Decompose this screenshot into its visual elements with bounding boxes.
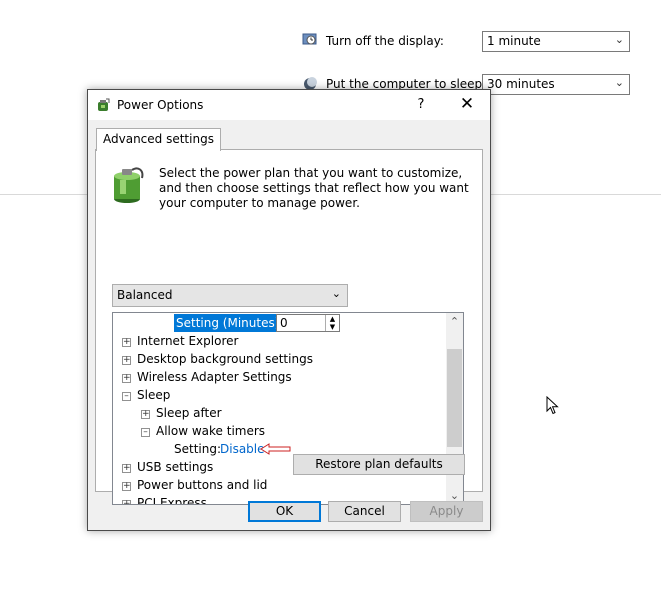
expand-icon[interactable]: + <box>122 374 131 383</box>
tree-item-desktop-background[interactable]: Desktop background settings <box>137 350 313 368</box>
power-options-icon <box>96 97 112 113</box>
collapse-icon[interactable]: – <box>122 392 131 401</box>
expand-icon[interactable]: + <box>122 464 131 473</box>
section-divider-right <box>491 194 661 195</box>
tree-item-power-buttons[interactable]: Power buttons and lid <box>137 476 267 494</box>
tree-scrollbar[interactable]: ⌃ ⌄ <box>446 313 463 504</box>
setting-minutes-label: Setting (Minutes): <box>174 314 286 332</box>
expand-icon[interactable]: + <box>141 410 150 419</box>
tree-item-sleep[interactable]: Sleep <box>137 386 170 404</box>
setting-minutes-spinner[interactable]: 0 ▲ ▼ <box>276 314 340 332</box>
wake-setting-value-link[interactable]: Disable <box>220 440 265 458</box>
battery-plan-icon <box>112 166 146 204</box>
chevron-down-icon: ⌄ <box>614 76 624 89</box>
scrollbar-thumb[interactable] <box>447 349 462 447</box>
tree-item-usb-settings[interactable]: USB settings <box>137 458 213 476</box>
section-divider-left <box>0 194 87 195</box>
setting-minutes-value: 0 <box>280 316 288 330</box>
expand-icon[interactable]: + <box>122 356 131 365</box>
sleep-value: 30 minutes <box>487 77 555 91</box>
collapse-icon[interactable]: – <box>141 428 150 437</box>
power-options-dialog: Power Options ? ✕ Advanced settings Sele… <box>87 89 491 531</box>
dialog-title: Power Options <box>117 98 204 112</box>
tree-item-allow-wake-timers[interactable]: Allow wake timers <box>156 422 265 440</box>
mouse-cursor-icon <box>546 395 560 419</box>
tab-advanced-settings[interactable]: Advanced settings <box>96 128 221 151</box>
power-plan-select[interactable]: Balanced ⌄ <box>112 284 348 307</box>
scroll-up-icon[interactable]: ⌃ <box>446 313 463 330</box>
expand-icon[interactable]: + <box>122 338 131 347</box>
help-button[interactable]: ? <box>404 90 438 120</box>
chevron-down-icon: ⌄ <box>331 287 341 300</box>
dialog-description: Select the power plan that you want to c… <box>159 166 469 210</box>
display-off-select[interactable]: 1 minute ⌄ <box>482 31 630 52</box>
power-plan-value: Balanced <box>117 288 173 302</box>
wake-setting-label: Setting: <box>174 442 222 456</box>
dialog-titlebar[interactable]: Power Options ? ✕ <box>88 90 490 120</box>
expand-icon[interactable]: + <box>122 482 131 491</box>
apply-button[interactable]: Apply <box>410 501 483 522</box>
tree-item-sleep-after[interactable]: Sleep after <box>156 404 222 422</box>
expand-icon[interactable]: + <box>122 500 131 504</box>
tree-item-pci-express[interactable]: PCI Express <box>137 494 207 504</box>
cancel-button[interactable]: Cancel <box>328 501 401 522</box>
red-arrow-annotation-icon <box>260 443 292 458</box>
close-button[interactable]: ✕ <box>444 90 490 120</box>
advanced-settings-panel: Select the power plan that you want to c… <box>95 149 483 505</box>
tree-item-wireless-adapter[interactable]: Wireless Adapter Settings <box>137 368 292 386</box>
display-icon <box>302 32 318 48</box>
display-off-value: 1 minute <box>487 34 541 48</box>
setting-minutes-row: Setting (Minutes): <box>174 314 286 332</box>
tree-item-internet-explorer[interactable]: Internet Explorer <box>137 332 238 350</box>
ok-button[interactable]: OK <box>248 501 321 522</box>
chevron-down-icon: ⌄ <box>614 33 624 46</box>
display-off-label: Turn off the display: <box>326 34 444 48</box>
spinner-up-icon[interactable]: ▲ <box>325 315 339 323</box>
sleep-select[interactable]: 30 minutes ⌄ <box>482 74 630 95</box>
spinner-down-icon[interactable]: ▼ <box>325 323 339 331</box>
restore-plan-defaults-button[interactable]: Restore plan defaults <box>293 454 465 475</box>
settings-tree[interactable]: Setting (Minutes): 0 ▲ ▼ + Internet Expl… <box>112 312 464 505</box>
